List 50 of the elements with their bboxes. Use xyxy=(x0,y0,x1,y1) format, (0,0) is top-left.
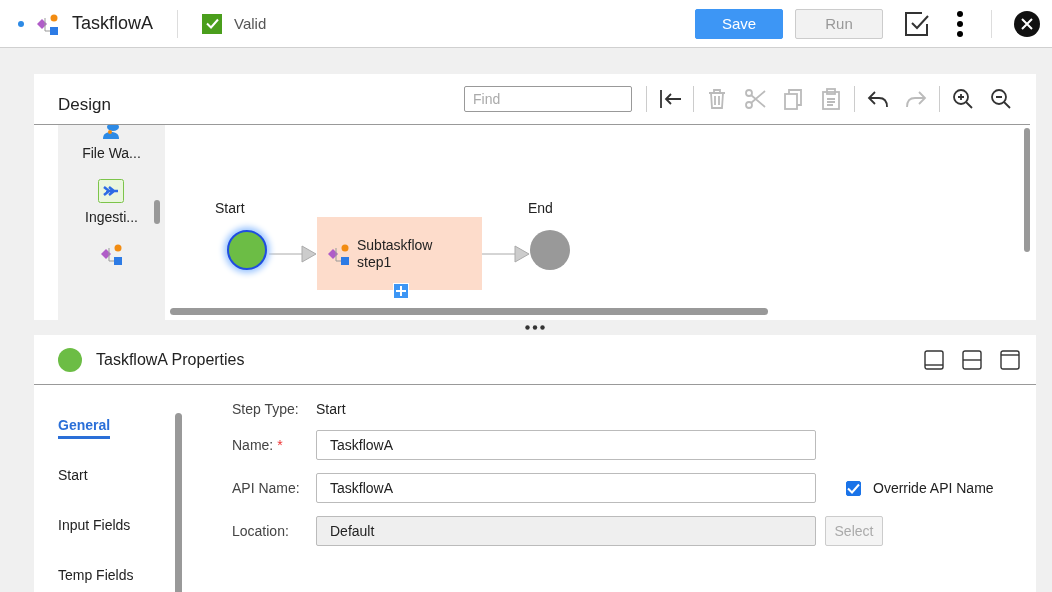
section-tab[interactable]: General xyxy=(58,417,111,439)
layout-icon[interactable] xyxy=(962,349,982,370)
validity-label: Valid xyxy=(234,15,267,32)
dot-icon xyxy=(18,20,24,27)
start-node[interactable] xyxy=(227,230,267,270)
layout-icon[interactable] xyxy=(924,349,944,370)
ingestion-icon xyxy=(98,179,125,203)
more-menu-icon[interactable] xyxy=(957,10,963,37)
add-icon[interactable] xyxy=(393,283,409,299)
node-label: Start xyxy=(215,200,245,216)
field-label: Location: xyxy=(232,523,290,539)
taskflow-logo-icon xyxy=(36,12,60,35)
layout-icon[interactable] xyxy=(1000,349,1020,370)
validate-icon[interactable] xyxy=(903,9,931,38)
text-field[interactable]: TaskflowA xyxy=(316,430,816,460)
palette-item[interactable]: File Wa... xyxy=(82,145,141,161)
field-label: API Name: xyxy=(232,480,301,496)
subtaskflow-icon xyxy=(99,243,124,265)
scrollbar[interactable] xyxy=(175,413,182,592)
section-tab[interactable]: Temp Fields xyxy=(58,567,134,589)
connector-arrow xyxy=(269,245,317,263)
palette-item[interactable]: Ingesti... xyxy=(85,209,138,225)
panel-title: TaskflowA Properties xyxy=(96,350,246,369)
status-dot-icon xyxy=(58,347,82,372)
taskflow-title: TaskflowA xyxy=(72,13,154,34)
subtaskflow-icon xyxy=(327,242,351,265)
checkbox-label: Override API Name xyxy=(873,480,994,496)
text-field[interactable]: TaskflowA xyxy=(316,473,816,503)
field-label: Step Type: xyxy=(232,401,300,417)
section-tab[interactable]: Input Fields xyxy=(58,517,131,539)
field-label: Name: * xyxy=(232,437,284,453)
required-mark: * xyxy=(277,437,283,453)
resize-handle-icon[interactable] xyxy=(525,325,545,330)
scrollbar[interactable] xyxy=(154,200,160,224)
subtaskflow-node[interactable]: Subtaskflow step1 xyxy=(317,217,482,290)
scrollbar[interactable] xyxy=(170,308,768,315)
override-checkbox[interactable] xyxy=(846,480,861,496)
end-node[interactable] xyxy=(530,230,570,270)
scrollbar[interactable] xyxy=(1024,128,1030,252)
panel-title: Design xyxy=(58,94,112,115)
person-icon xyxy=(101,125,122,139)
close-icon[interactable] xyxy=(1014,10,1040,37)
find-field[interactable]: Find xyxy=(464,86,632,112)
checkmark-icon xyxy=(847,482,860,494)
node-label: End xyxy=(528,200,553,216)
section-tab[interactable]: Start xyxy=(58,467,88,489)
connector-arrow xyxy=(482,245,530,263)
checkmark-icon xyxy=(205,18,219,29)
node-label: Subtaskflow step1 xyxy=(357,236,434,271)
field-value: Start xyxy=(316,401,346,417)
